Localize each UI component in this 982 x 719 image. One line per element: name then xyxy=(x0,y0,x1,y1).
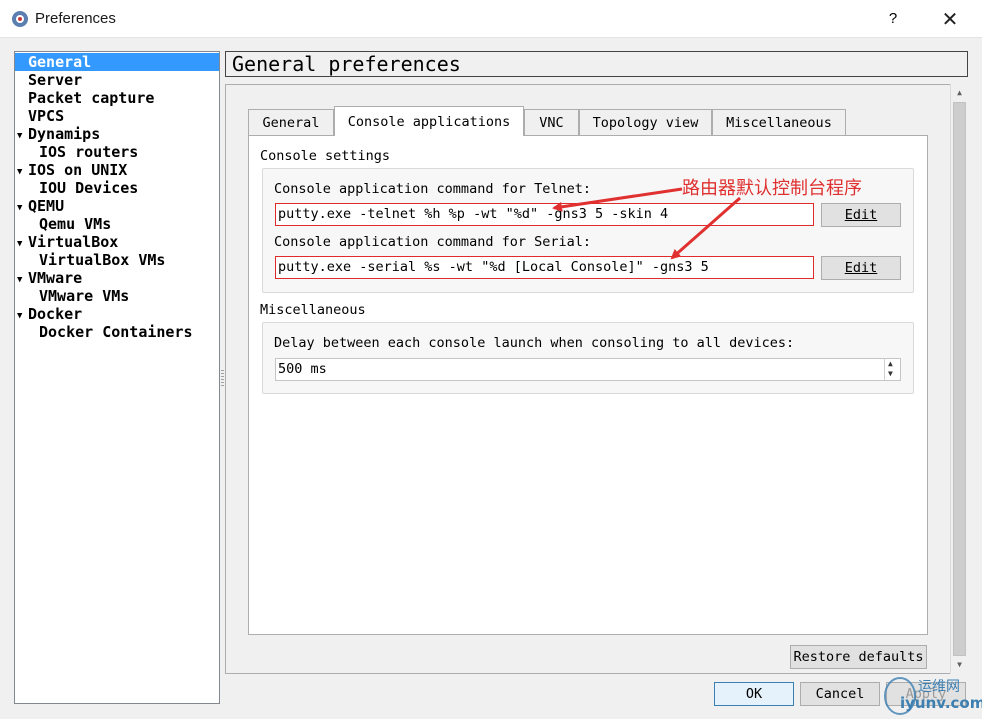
tree-item-label: General xyxy=(28,53,92,71)
expand-arrow-icon[interactable]: ▼ xyxy=(17,235,28,253)
tree-item-label: VPCS xyxy=(28,107,65,125)
serial-edit-button[interactable]: Edit xyxy=(821,256,901,280)
annotation-text: 路由器默认控制台程序 xyxy=(682,178,862,199)
tree-item-label: Dynamips xyxy=(28,125,101,143)
close-icon[interactable]: ✕ xyxy=(932,4,968,34)
spin-up-icon[interactable]: ▲ xyxy=(888,359,893,368)
edit-button-label: Edit xyxy=(844,260,878,276)
tree-item-label: IOS routers xyxy=(39,143,139,161)
gns3-app-icon xyxy=(12,11,28,27)
spin-down-icon[interactable]: ▼ xyxy=(888,369,893,378)
tree-item-general[interactable]: General xyxy=(15,53,219,71)
miscellaneous-label: Miscellaneous xyxy=(260,302,366,318)
expand-arrow-icon[interactable]: ▼ xyxy=(17,271,28,289)
tree-item-label: Docker xyxy=(28,305,83,323)
tree-item-label: IOU Devices xyxy=(39,179,139,197)
telnet-edit-button[interactable]: Edit xyxy=(821,203,901,227)
tab-vnc[interactable]: VNC xyxy=(524,109,579,135)
tree-item-label: Docker Containers xyxy=(39,323,193,341)
page-title: General preferences xyxy=(225,51,968,77)
tab-topology-view[interactable]: Topology view xyxy=(579,109,712,135)
tree-item-docker[interactable]: ▼ Docker xyxy=(17,305,82,323)
expand-arrow-icon[interactable]: ▼ xyxy=(17,127,28,145)
serial-command-label: Console application command for Serial: xyxy=(274,234,591,250)
serial-command-field[interactable]: putty.exe -serial %s -wt "%d [Local Cons… xyxy=(275,256,814,279)
help-button[interactable]: ? xyxy=(878,6,908,32)
expand-arrow-icon[interactable]: ▼ xyxy=(17,199,28,217)
tree-item-label: IOS on UNIX xyxy=(28,161,128,179)
restore-defaults-button[interactable]: Restore defaults xyxy=(790,645,927,669)
tree-item-qemu[interactable]: ▼ QEMU xyxy=(17,197,64,215)
delay-spin-buttons[interactable]: ▲ ▼ xyxy=(884,358,900,380)
tab-console-applications[interactable]: Console applications xyxy=(334,106,524,136)
scroll-up-icon[interactable]: ▲ xyxy=(951,85,968,101)
tree-item-label: VMware VMs xyxy=(39,287,130,305)
delay-spinbox[interactable]: 500 ms xyxy=(275,358,901,381)
tree-item-label: VirtualBox xyxy=(28,233,119,251)
delay-label: Delay between each console launch when c… xyxy=(274,335,795,351)
tree-item-vmware-vms[interactable]: VMware VMs xyxy=(39,287,129,305)
tree-item-server[interactable]: Server xyxy=(28,71,82,89)
tree-item-docker-containers[interactable]: Docker Containers xyxy=(39,323,193,341)
tree-item-qemu-vms[interactable]: Qemu VMs xyxy=(39,215,111,233)
title-bar: Preferences ? ✕ xyxy=(0,0,982,38)
edit-button-label: Edit xyxy=(844,207,878,223)
expand-arrow-icon[interactable]: ▼ xyxy=(17,163,28,181)
telnet-command-label: Console application command for Telnet: xyxy=(274,181,591,197)
tab-general[interactable]: General xyxy=(248,109,334,135)
ok-button[interactable]: OK xyxy=(714,682,794,706)
vertical-scrollbar[interactable]: ▲ ▼ xyxy=(950,84,968,674)
tree-item-label: QEMU xyxy=(28,197,65,215)
tab-miscellaneous[interactable]: Miscellaneous xyxy=(712,109,846,135)
watermark-url: iyunv.com xyxy=(900,694,982,712)
splitter-handle[interactable] xyxy=(221,370,224,386)
expand-arrow-icon[interactable]: ▼ xyxy=(17,307,28,325)
console-settings-label: Console settings xyxy=(260,148,391,164)
tree-item-ios-on-unix[interactable]: ▼ IOS on UNIX xyxy=(17,161,127,179)
scroll-down-icon[interactable]: ▼ xyxy=(951,657,968,673)
telnet-command-field[interactable]: putty.exe -telnet %h %p -wt "%d" -gns3 5… xyxy=(275,203,814,226)
cancel-button[interactable]: Cancel xyxy=(800,682,880,706)
watermark-text: 运维网 xyxy=(918,679,960,695)
tree-item-dynamips[interactable]: ▼ Dynamips xyxy=(17,125,100,143)
tree-item-vpcs[interactable]: VPCS xyxy=(28,107,64,125)
window-title: Preferences xyxy=(35,10,116,27)
preferences-tree[interactable]: General Server Packet capture VPCS ▼ Dyna… xyxy=(14,51,220,704)
tree-item-label: VirtualBox VMs xyxy=(39,251,166,269)
tree-item-vmware[interactable]: ▼ VMware xyxy=(17,269,82,287)
tree-item-virtualbox-vms[interactable]: VirtualBox VMs xyxy=(39,251,165,269)
tree-item-label: VMware xyxy=(28,269,83,287)
tree-item-packet-capture[interactable]: Packet capture xyxy=(28,89,154,107)
tree-item-virtualbox[interactable]: ▼ VirtualBox xyxy=(17,233,118,251)
tree-item-label: Server xyxy=(28,71,83,89)
tree-item-label: Qemu VMs xyxy=(39,215,112,233)
tree-item-label: Packet capture xyxy=(28,89,155,107)
scrollbar-thumb[interactable] xyxy=(953,102,966,656)
tree-item-iou-devices[interactable]: IOU Devices xyxy=(39,179,138,197)
tree-item-ios-routers[interactable]: IOS routers xyxy=(39,143,138,161)
